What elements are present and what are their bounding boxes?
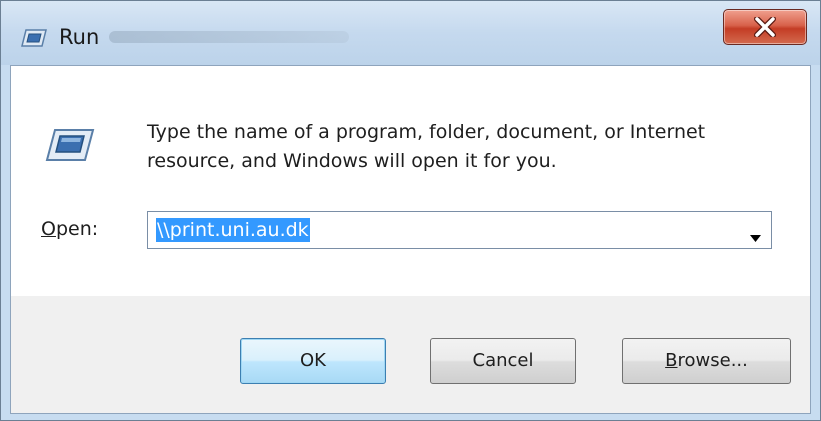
browse-button[interactable]: Browse...: [622, 338, 791, 384]
dropdown-arrow-icon[interactable]: [750, 227, 761, 242]
ok-button[interactable]: OK: [240, 338, 386, 384]
close-icon: [754, 17, 776, 37]
open-label-accelerator: O: [41, 218, 56, 240]
run-icon: [21, 29, 47, 47]
dialog-client-area: Type the name of a program, folder, docu…: [10, 65, 811, 414]
dialog-content: Type the name of a program, folder, docu…: [11, 66, 810, 296]
cancel-button[interactable]: Cancel: [430, 338, 576, 384]
run-dialog-window: Run Type the name of a program, folder, …: [0, 0, 821, 421]
close-button[interactable]: [723, 9, 807, 45]
open-label-text: pen:: [55, 218, 99, 240]
dialog-description: Type the name of a program, folder, docu…: [147, 118, 787, 176]
run-icon: [45, 128, 95, 162]
browse-label: rowse...: [677, 350, 748, 371]
blurred-title-text: [109, 31, 349, 43]
open-combobox[interactable]: \\print.uni.au.dk: [147, 211, 772, 249]
window-title: Run: [59, 25, 100, 49]
description-line: Type the name of a program, folder, docu…: [147, 121, 706, 143]
open-label: Open:: [41, 218, 98, 240]
description-line: resource, and Windows will open it for y…: [147, 150, 557, 172]
title-bar[interactable]: Run: [1, 1, 820, 65]
browse-accelerator: B: [665, 350, 678, 371]
open-input-value[interactable]: \\print.uni.au.dk: [156, 218, 310, 242]
